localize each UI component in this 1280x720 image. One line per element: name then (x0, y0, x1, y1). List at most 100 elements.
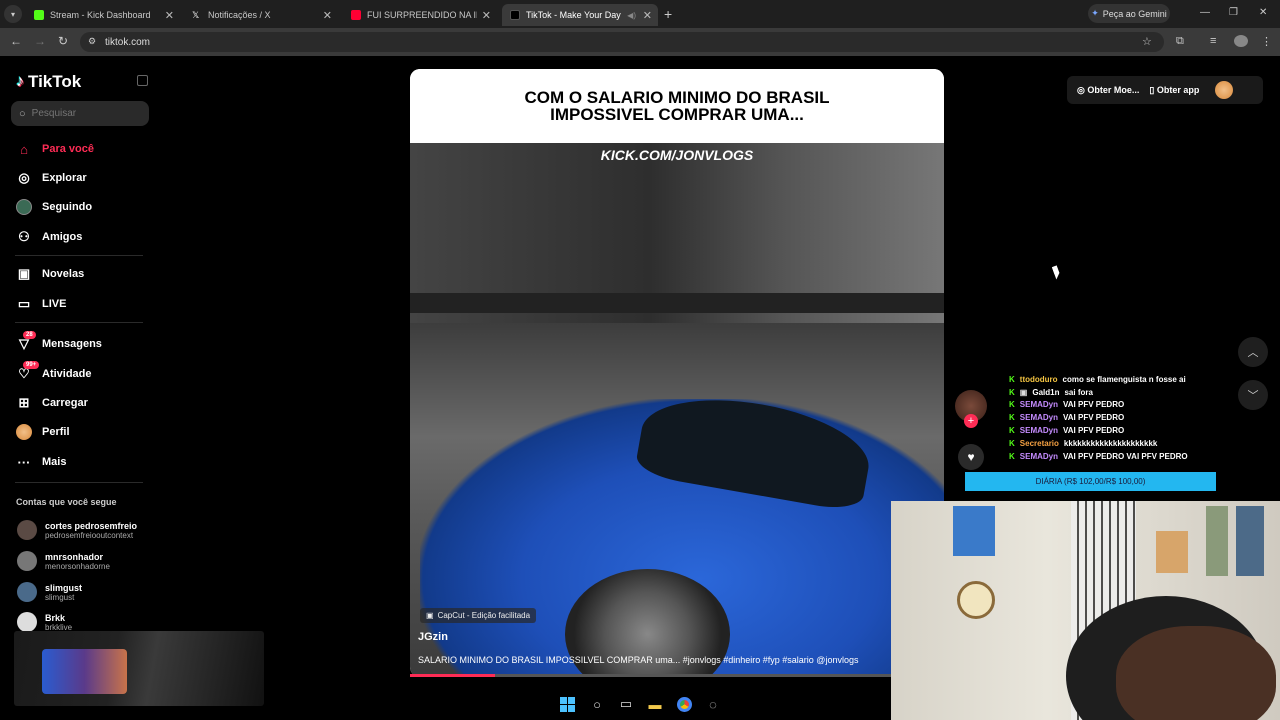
compass-icon: ◎ (18, 170, 30, 185)
minimize-icon[interactable]: — (1200, 7, 1210, 18)
next-video-button[interactable]: ﹀ (1238, 380, 1268, 410)
video-author[interactable]: JGzin (418, 631, 448, 643)
nav-label: Seguindo (42, 201, 93, 213)
browser-tab-tiktok[interactable]: TikTok - Make Your Day ◀) ✕ (502, 4, 658, 26)
close-tab-icon[interactable]: ✕ (643, 9, 652, 22)
collapse-sidebar-icon[interactable] (137, 75, 148, 86)
nav-following[interactable]: Seguindo (15, 197, 92, 217)
app-icon[interactable]: ◌ (704, 695, 722, 713)
audio-playing-icon[interactable]: ◀) (627, 11, 636, 20)
account-handle: pedrosemfreiooutcontext (45, 530, 134, 540)
video-player[interactable]: COM O SALARIO MINIMO DO BRASIL IMPOSSIVE… (410, 69, 944, 677)
nav-activity[interactable]: ♡ 99+ Atividade (15, 361, 92, 384)
chat-user: SEMADyn (1019, 400, 1059, 409)
chrome-menu-icon[interactable]: ⋮ (1261, 35, 1272, 48)
following-account[interactable]: slimgust slimgust (17, 582, 82, 602)
tab-search-button[interactable]: ▾ (4, 5, 22, 23)
chevron-up-icon: ︿ (1247, 347, 1259, 359)
previous-video-button[interactable]: ︿ (1238, 337, 1268, 367)
get-coins-label: Obter Moe... (1087, 84, 1140, 95)
logo-text: TikTok (28, 72, 82, 91)
youtube-icon (351, 10, 361, 20)
browser-tab-kick[interactable]: Stream - Kick Dashboard ✕ (26, 4, 180, 26)
following-account[interactable]: mnrsonhador menorsonhadorne (17, 551, 110, 571)
like-button[interactable]: ♥ (958, 444, 984, 470)
maximize-icon[interactable]: ❐ (1229, 7, 1238, 18)
get-app-button[interactable]: ▯ Obter app (1149, 85, 1199, 96)
url-text[interactable]: tiktok.com (105, 37, 150, 48)
windows-start-icon[interactable] (558, 695, 576, 713)
nav-profile[interactable]: Perfil (15, 422, 70, 442)
chrome-icon[interactable] (675, 695, 693, 713)
get-coins-button[interactable]: ◎ Obter Moe... (1077, 85, 1139, 96)
capcut-label: CapCut - Edição facilitada (437, 611, 531, 620)
search-input[interactable] (31, 108, 132, 119)
close-tab-icon[interactable]: ✕ (165, 9, 174, 22)
task-view-icon[interactable]: ▭ (617, 695, 635, 713)
nav-live[interactable]: ▭ LIVE (15, 294, 67, 314)
follow-plus-icon[interactable]: + (964, 414, 978, 428)
file-explorer-icon[interactable]: ▬ (646, 695, 664, 713)
tiktok-logo[interactable]: ♪ TikTok (16, 72, 81, 92)
browser-tab-youtube[interactable]: FUI SURPREENDIDO NA ILHA ! ✕ (343, 4, 497, 26)
nav-for-you[interactable]: ⌂ Para você (15, 139, 94, 159)
railing (410, 293, 944, 313)
gemini-label: Peça ao Gemini (1102, 8, 1167, 19)
nav-label: Novelas (42, 268, 85, 280)
chat-text: como se flamenguista n fosse ai (1062, 375, 1186, 384)
kick-badge-icon: K (1009, 413, 1015, 422)
search-box[interactable]: ○ (11, 101, 149, 126)
browser-tab-x[interactable]: 𝕏 Notificações / X ✕ (184, 4, 338, 26)
search-icon[interactable]: ○ (588, 695, 606, 713)
coin-icon: ◎ (1077, 84, 1085, 95)
user-avatar[interactable] (1215, 81, 1234, 99)
daily-goal-bar: DIÁRIA (R$ 102,00/R$ 100,00) (965, 472, 1216, 491)
following-account[interactable]: cortes pedrosemfreio pedrosemfreiooutcont… (17, 520, 137, 540)
address-bar[interactable] (80, 32, 1164, 52)
extensions-icon[interactable]: ⧉ (1176, 35, 1184, 48)
site-info-icon[interactable]: ⚙ (88, 36, 96, 47)
chat-message: K SEMADyn VAI PFV PEDRO (1009, 426, 1124, 435)
live-icon: ▭ (17, 296, 31, 311)
kick-badge-icon: K (1009, 452, 1015, 461)
chat-user: ttododuro (1019, 375, 1058, 384)
bookmark-star-icon[interactable]: ☆ (1142, 35, 1152, 48)
chat-message: K SEMADyn VAI PFV PEDRO VAI PFV PEDRO (1009, 452, 1188, 461)
close-window-icon[interactable]: ✕ (1259, 7, 1267, 18)
gemini-button[interactable]: ✦ Peça ao Gemini (1088, 4, 1170, 23)
account-avatar (17, 612, 37, 632)
chat-user: Gald1n (1032, 388, 1060, 397)
capcut-tag[interactable]: ▣ CapCut - Edição facilitada (420, 608, 537, 623)
reload-icon[interactable]: ↻ (58, 34, 68, 48)
close-tab-icon[interactable]: ✕ (323, 9, 332, 22)
nav-label: Mensagens (42, 338, 102, 350)
nav-novelas[interactable]: ▣ Novelas (15, 264, 84, 284)
messages-badge: 28 (23, 331, 36, 339)
nav-more[interactable]: ··· Mais (15, 452, 67, 472)
chat-user: SEMADyn (1019, 452, 1059, 461)
video-description: SALARIO MINIMO DO BRASIL IMPOSSILVEL COM… (418, 655, 859, 665)
reading-list-icon[interactable]: ≡ (1210, 35, 1216, 47)
nav-upload[interactable]: ⊞ Carregar (15, 393, 88, 413)
wall-poster (1206, 506, 1228, 576)
nav-friends[interactable]: ⚇ Amigos (15, 227, 82, 247)
nav-label: Mais (42, 456, 67, 468)
chat-text: VAI PFV PEDRO VAI PFV PEDRO (1063, 452, 1188, 461)
account-avatar (17, 551, 37, 571)
nav-messages[interactable]: ▽ 28 Mensagens (15, 331, 102, 354)
chat-user: SEMADyn (1019, 426, 1059, 435)
nav-explore[interactable]: ◎ Explorar (15, 168, 86, 188)
chat-user: SEMADyn (1019, 413, 1059, 422)
chat-message: K ▣ Gald1n sai fora (1009, 388, 1093, 397)
chrome-profile-avatar[interactable] (1234, 35, 1248, 47)
account-handle: menorsonhadorne (45, 561, 110, 571)
forward-icon[interactable]: → (34, 34, 46, 48)
nav-label: Amigos (42, 231, 83, 243)
close-tab-icon[interactable]: ✕ (482, 9, 491, 22)
following-account[interactable]: Brkk brkklive (17, 612, 72, 632)
streamer-head (1116, 626, 1276, 720)
caption-line: IMPOSSIVEL COMPRAR UMA... (550, 105, 804, 124)
kick-badge-icon: K (1009, 388, 1015, 397)
new-tab-button[interactable]: + (664, 6, 672, 22)
back-icon[interactable]: ← (10, 34, 22, 48)
